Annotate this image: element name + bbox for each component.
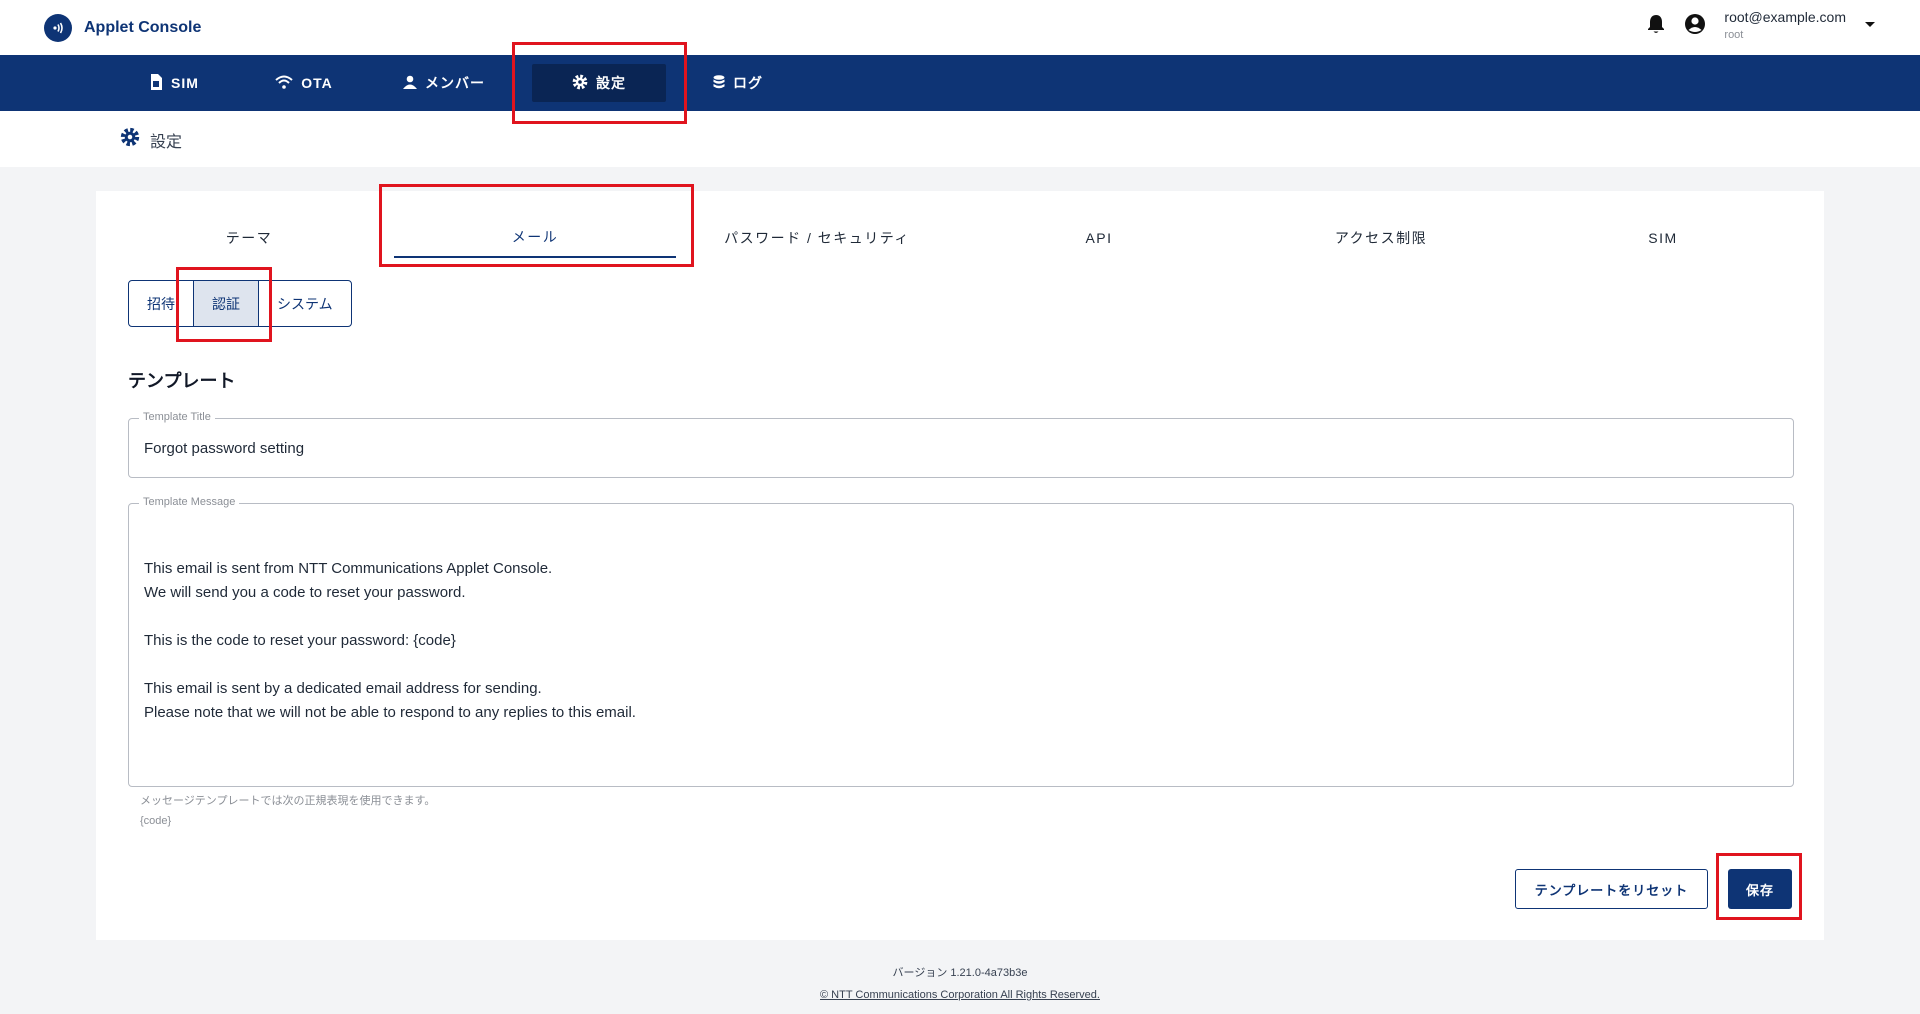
nav-item-members[interactable]: メンバー	[394, 64, 494, 102]
tab-access-restriction[interactable]: アクセス制限	[1240, 218, 1522, 258]
save-button[interactable]: 保存	[1728, 869, 1792, 909]
reset-template-button[interactable]: テンプレートをリセット	[1515, 869, 1708, 909]
message-line: This is the code to reset your password:…	[144, 632, 456, 649]
copyright-link[interactable]: © NTT Communications Corporation All Rig…	[0, 984, 1920, 1006]
nav-item-logs[interactable]: ログ	[698, 64, 778, 102]
nav-item-label: 設定	[596, 75, 626, 91]
tab-api[interactable]: API	[958, 218, 1240, 258]
gear-icon	[572, 74, 588, 93]
message-line: This email is sent by a dedicated email …	[144, 680, 542, 697]
section-title: テンプレート	[128, 371, 236, 391]
user-email: root@example.com	[1724, 9, 1846, 25]
subtab-system[interactable]: システム	[259, 281, 351, 326]
user-info[interactable]: root@example.com root	[1724, 8, 1846, 44]
nav-item-label: OTA	[301, 75, 333, 91]
account-circle-icon[interactable]	[1684, 13, 1706, 40]
template-message-field[interactable]: Template Message This email is sent from…	[128, 496, 1794, 787]
message-helper: メッセージテンプレートでは次の正規表現を使用できます。 {code}	[140, 791, 435, 831]
settings-card: テーマ メール パスワード / セキュリティ API アクセス制限 SIM 招待…	[96, 191, 1824, 940]
sim-card-icon	[149, 73, 163, 93]
person-icon	[403, 75, 417, 92]
version-text: バージョン 1.21.0-4a73b3e	[892, 967, 1028, 979]
template-message-label: Template Message	[139, 496, 240, 508]
message-line	[144, 653, 636, 677]
nav-item-settings[interactable]: 設定	[532, 64, 666, 102]
template-title-input[interactable]: Forgot password setting	[144, 419, 304, 477]
nav-item-label: ログ	[733, 75, 763, 91]
nav-item-label: SIM	[171, 75, 199, 91]
helper-text: メッセージテンプレートでは次の正規表現を使用できます。	[140, 795, 436, 807]
wifi-icon	[275, 75, 293, 92]
tab-theme[interactable]: テーマ	[108, 218, 390, 258]
subtab-auth[interactable]: 認証	[194, 281, 259, 326]
message-line: This email is sent from NTT Communicatio…	[144, 560, 553, 577]
gear-icon	[120, 127, 140, 152]
template-title-field[interactable]: Template Title Forgot password setting	[128, 411, 1794, 478]
database-icon	[713, 74, 725, 92]
mail-subtabs: 招待 認証 システム	[128, 280, 352, 327]
nav-item-sim[interactable]: SIM	[124, 64, 224, 102]
helper-code: {code}	[140, 815, 172, 827]
user-area: root@example.com root	[1646, 8, 1876, 44]
app-title: Applet Console	[84, 19, 202, 36]
nav-item-ota[interactable]: OTA	[254, 64, 354, 102]
template-message-textarea[interactable]: This email is sent from NTT Communicatio…	[144, 557, 636, 725]
message-line	[144, 605, 636, 629]
tab-mail[interactable]: メール	[394, 218, 676, 258]
tab-password-security[interactable]: パスワード / セキュリティ	[676, 218, 958, 258]
page-header: 設定	[0, 111, 1920, 167]
page-title-text: 設定	[150, 133, 183, 151]
applet-logo-icon	[44, 14, 72, 42]
bell-icon[interactable]	[1646, 13, 1666, 40]
nav-item-label: メンバー	[425, 75, 485, 91]
brand[interactable]: Applet Console	[44, 14, 201, 42]
main-nav: SIM OTA メンバー 設定 ログ	[0, 55, 1920, 111]
subtab-invite[interactable]: 招待	[129, 281, 194, 326]
tab-sim[interactable]: SIM	[1522, 218, 1804, 258]
footer: バージョン 1.21.0-4a73b3e © NTT Communication…	[0, 962, 1920, 1006]
message-line: We will send you a code to reset your pa…	[144, 584, 466, 601]
chevron-down-icon[interactable]	[1864, 17, 1876, 35]
page-title: 設定	[120, 127, 182, 152]
message-line: Please note that we will not be able to …	[144, 704, 636, 721]
user-role: root	[1724, 29, 1744, 41]
top-bar: Applet Console root@example.com root	[0, 0, 1920, 55]
